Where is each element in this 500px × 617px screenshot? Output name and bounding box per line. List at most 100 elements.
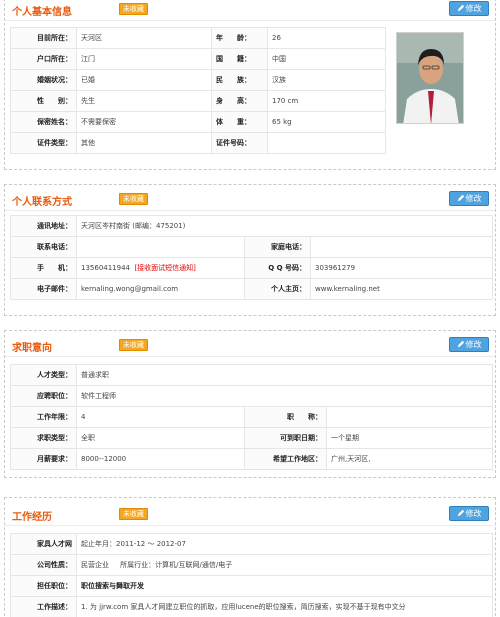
available-date-value: 一个星期: [325, 427, 494, 449]
favorite-tag[interactable]: 未收藏: [119, 193, 148, 205]
available-date-label: 可到职日期：: [244, 427, 327, 449]
ethnicity-label: 民 族：: [211, 69, 268, 91]
company-nature-value: 民营企业: [81, 561, 109, 569]
hide-name-value: 不需要保密: [76, 111, 212, 133]
work-area-label: 希望工作地区：: [244, 448, 327, 470]
hukou-value: 江门: [76, 48, 212, 70]
pencil-icon: [457, 509, 464, 517]
homepage-label: 个人主页：: [244, 278, 311, 300]
position-value: 软件工程师: [75, 385, 494, 407]
talent-type-label: 人才类型：: [10, 364, 77, 386]
phone-label: 联系电话：: [10, 236, 77, 258]
table-row: 公司性质： 民营企业 所属行业：计算机/互联网/通信/电子: [10, 554, 493, 576]
address-label: 通讯地址：: [10, 215, 77, 237]
panel-title: 求职意向: [12, 343, 52, 354]
person-portrait-icon: [397, 33, 463, 123]
job-intention-table: 人才类型： 普通求职 应聘职位： 软件工程师 工作年限： 4 职 称： 求职类型…: [10, 364, 494, 470]
panel-header: 个人联系方式 未收藏 修改: [5, 189, 495, 211]
edit-button-label: 修改: [465, 194, 482, 203]
qq-label: Q Q 号码：: [244, 257, 311, 279]
home-phone-label: 家庭电话：: [244, 236, 311, 258]
pencil-icon: [457, 340, 464, 348]
profile-photo: [396, 32, 464, 124]
table-row: 月薪要求： 8000--12000 希望工作地区： 广州,天河区,: [10, 448, 494, 470]
edit-button-label: 修改: [465, 340, 482, 349]
nationality-value: 中国: [267, 48, 386, 70]
mobile-label: 手 机：: [10, 257, 77, 279]
height-value: 170 cm: [267, 90, 386, 112]
gender-value: 先生: [76, 90, 212, 112]
years-label: 工作年限：: [10, 406, 77, 428]
panel-header: 工作经历 未收藏 修改: [5, 504, 495, 526]
table-row: 担任职位： 职位搜索与舞取开发: [10, 575, 493, 597]
address-value: 天河区岑村南街 (邮编：475201): [75, 215, 494, 237]
table-row: 工作年限： 4 职 称：: [10, 406, 494, 428]
industry-value: 所属行业：计算机/互联网/通信/电子: [120, 561, 233, 569]
edit-button[interactable]: 修改: [449, 1, 489, 16]
id-number-value: [267, 132, 386, 154]
qq-value: 303961279: [309, 257, 494, 279]
table-row: 工作描述： 1. 为 jjrw.com 家具人才网建立职位的抓取，应用lucen…: [10, 596, 493, 617]
contact-table: 通讯地址： 天河区岑村南街 (邮编：475201) 联系电话： 家庭电话： 手 …: [10, 215, 494, 300]
current-location-label: 目前所在：: [10, 27, 77, 49]
id-type-value: 其他: [76, 132, 212, 154]
edit-button[interactable]: 修改: [449, 337, 489, 352]
favorite-tag[interactable]: 未收藏: [119, 339, 148, 351]
years-value: 4: [76, 406, 245, 428]
weight-value: 65 kg: [267, 111, 386, 133]
contact-panel: 个人联系方式 未收藏 修改 通讯地址： 天河区岑村南街 (邮编：475201) …: [4, 184, 496, 316]
job-nature-value: 全职: [76, 427, 245, 449]
talent-type-value: 普通求职: [75, 364, 494, 386]
company-nature-label: 公司性质：: [10, 554, 77, 576]
home-phone-value: [309, 236, 494, 258]
description-label: 工作描述：: [10, 596, 77, 617]
sms-notice-link[interactable]: [接收面试短信通知]: [134, 264, 195, 272]
email-value[interactable]: kernaling.wong@gmail.com: [76, 278, 245, 300]
edit-button[interactable]: 修改: [449, 191, 489, 206]
company-nature-cell: 民营企业 所属行业：计算机/互联网/通信/电子: [76, 554, 493, 576]
table-row: 应聘职位： 软件工程师: [10, 385, 494, 407]
edit-button[interactable]: 修改: [449, 506, 489, 521]
table-row: 婚姻状况： 已婚 民 族： 汉族: [10, 69, 386, 91]
panel-title: 工作经历: [12, 512, 52, 523]
period-value: 起止年月：2011-12 ～ 2012-07: [76, 533, 493, 555]
id-type-label: 证件类型：: [10, 132, 77, 154]
table-row: 通讯地址： 天河区岑村南街 (邮编：475201): [10, 215, 494, 237]
panel-header: 求职意向 未收藏 修改: [5, 335, 495, 357]
description-value: 1. 为 jjrw.com 家具人才网建立职位的抓取，应用lucene的职位搜索…: [76, 596, 493, 617]
role-value: 职位搜索与舞取开发: [76, 575, 493, 597]
job-title-label: 职 称：: [244, 406, 327, 428]
table-row: 联系电话： 家庭电话：: [10, 236, 494, 258]
hide-name-label: 保密姓名：: [10, 111, 77, 133]
table-row: 电子邮件： kernaling.wong@gmail.com 个人主页： www…: [10, 278, 494, 300]
weight-label: 体 重：: [211, 111, 268, 133]
phone-value: [76, 236, 245, 258]
table-row: 手 机： 13560411944 [接收面试短信通知] Q Q 号码： 3039…: [10, 257, 494, 279]
basic-info-panel: 个人基本信息 未收藏 修改 目前所在： 天河区 年 龄： 26 户口所在： 江门…: [4, 0, 496, 170]
basic-info-table: 目前所在： 天河区 年 龄： 26 户口所在： 江门 国 籍： 中国 婚姻状况：…: [10, 27, 386, 154]
table-row: 目前所在： 天河区 年 龄： 26: [10, 27, 386, 49]
edit-button-label: 修改: [465, 4, 482, 13]
panel-header: 个人基本信息 未收藏 修改: [5, 0, 495, 21]
nationality-label: 国 籍：: [211, 48, 268, 70]
mobile-cell: 13560411944 [接收面试短信通知]: [76, 257, 245, 279]
table-row: 人才类型： 普通求职: [10, 364, 494, 386]
height-label: 身 高：: [211, 90, 268, 112]
favorite-tag[interactable]: 未收藏: [119, 508, 148, 520]
job-nature-label: 求职类型：: [10, 427, 77, 449]
favorite-tag[interactable]: 未收藏: [119, 3, 148, 15]
work-experience-table: 家具人才网 起止年月：2011-12 ～ 2012-07 公司性质： 民营企业 …: [10, 533, 493, 617]
company-name: 家具人才网: [10, 533, 77, 555]
marital-status-label: 婚姻状况：: [10, 69, 77, 91]
pencil-icon: [457, 194, 464, 202]
work-area-value: 广州,天河区,: [325, 448, 494, 470]
panel-title: 个人基本信息: [12, 7, 72, 18]
panel-title: 个人联系方式: [12, 197, 72, 208]
ethnicity-value: 汉族: [267, 69, 386, 91]
table-row: 家具人才网 起止年月：2011-12 ～ 2012-07: [10, 533, 493, 555]
email-label: 电子邮件：: [10, 278, 77, 300]
homepage-value[interactable]: www.kernaling.net: [309, 278, 494, 300]
edit-button-label: 修改: [465, 509, 482, 518]
age-value: 26: [267, 27, 386, 49]
table-row: 证件类型： 其他 证件号码：: [10, 132, 386, 154]
